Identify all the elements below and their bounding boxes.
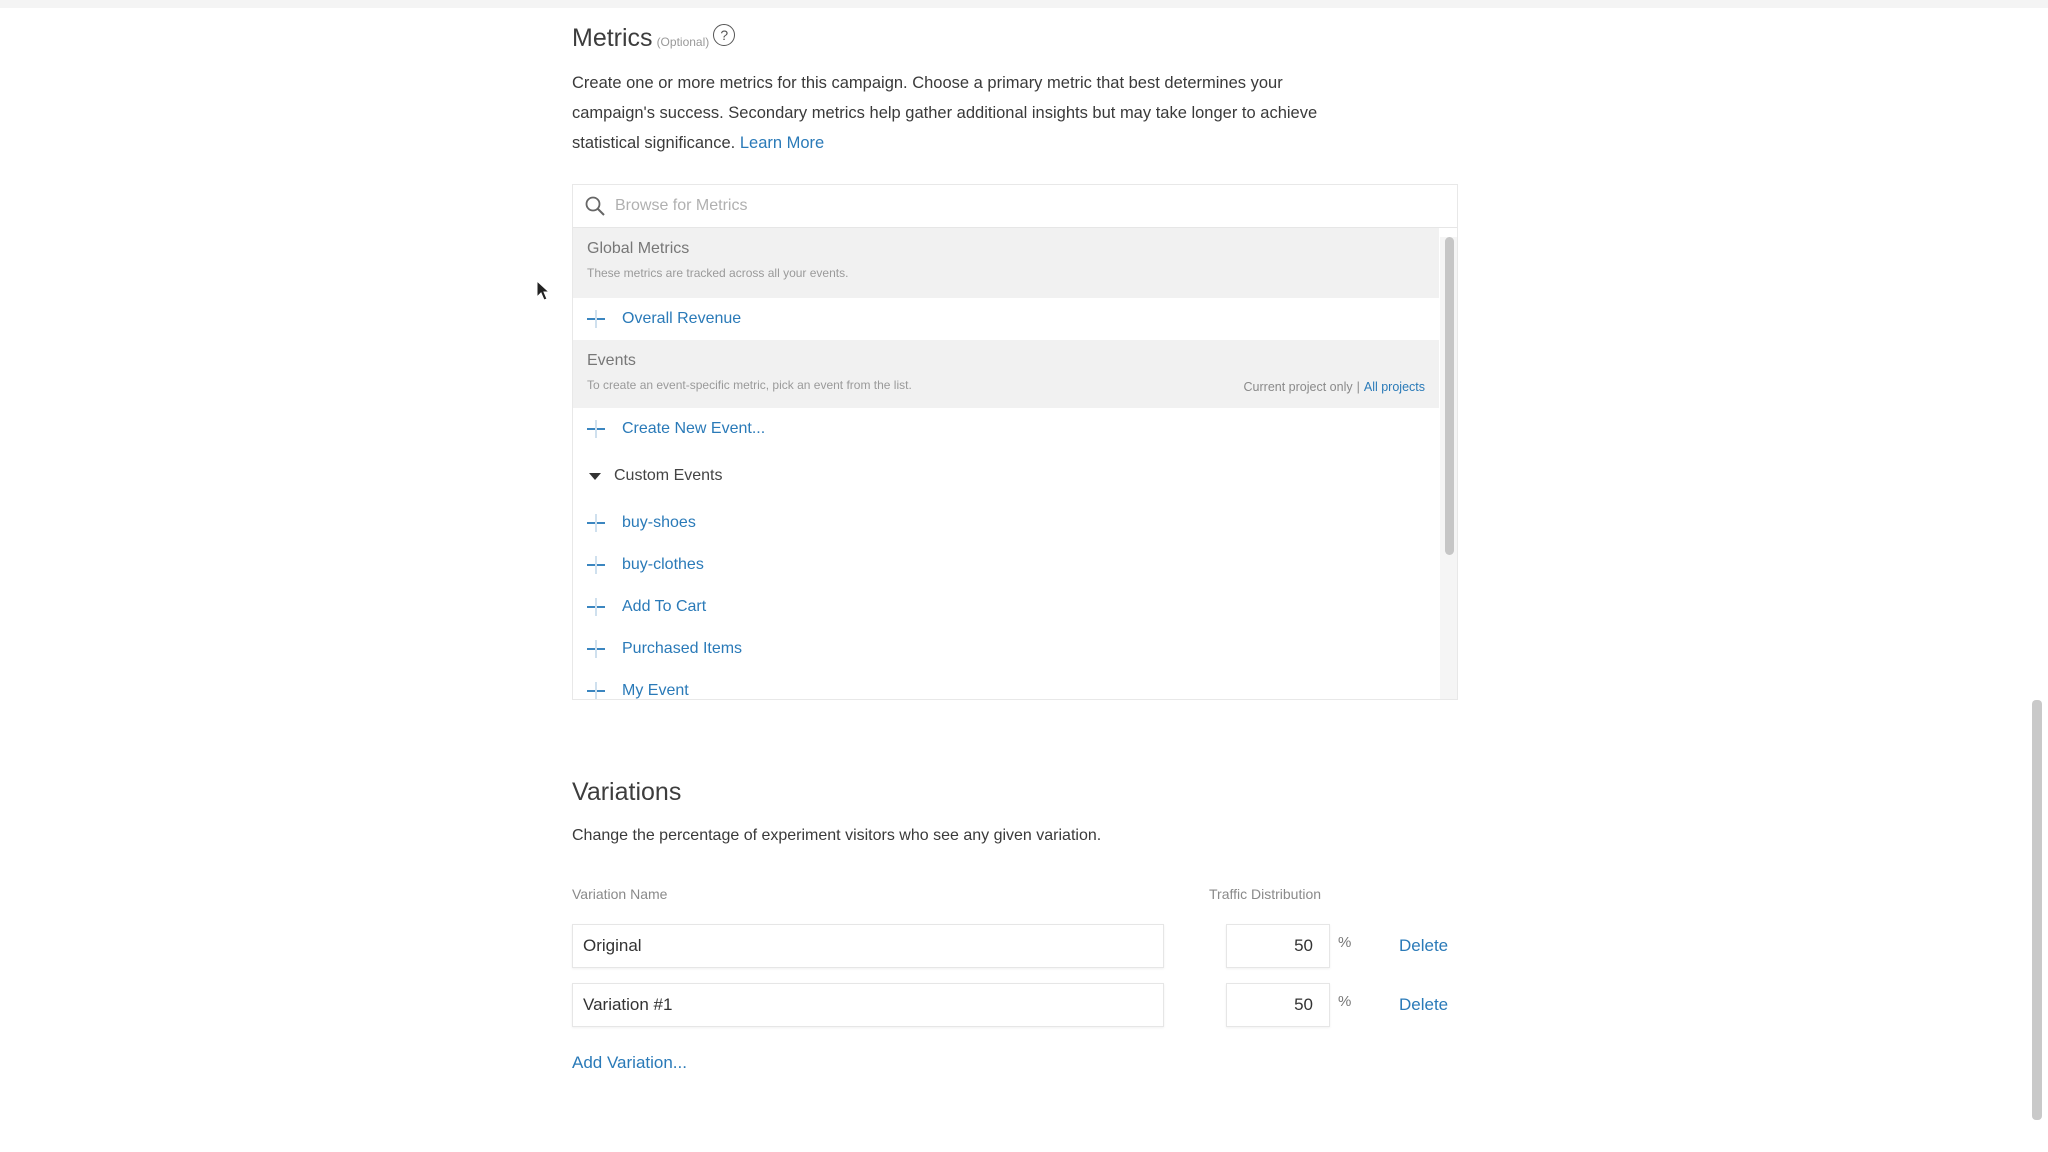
global-metrics-title: Global Metrics xyxy=(587,240,690,257)
variation-name-input[interactable] xyxy=(572,983,1164,1027)
optional-label: (Optional) xyxy=(656,35,710,49)
column-header-variation-name: Variation Name xyxy=(572,886,668,902)
description-line: campaign's success. Secondary metrics he… xyxy=(572,104,1318,122)
plus-icon xyxy=(587,682,605,699)
search-icon xyxy=(584,195,606,217)
metric-item-buy-clothes[interactable]: buy-clothes xyxy=(573,544,1439,586)
events-header: Events To create an event-specific metri… xyxy=(573,340,1439,408)
events-title: Events xyxy=(587,352,636,369)
description-line: Create one or more metrics for this camp… xyxy=(572,74,1283,92)
traffic-percent-input[interactable] xyxy=(1226,924,1330,968)
metric-item-buy-shoes[interactable]: buy-shoes xyxy=(573,502,1439,544)
create-new-event-item[interactable]: Create New Event... xyxy=(573,408,1439,450)
global-metrics-subtitle: These metrics are tracked across all you… xyxy=(587,266,849,280)
variation-name-input[interactable] xyxy=(572,924,1164,968)
traffic-percent-input[interactable] xyxy=(1226,983,1330,1027)
learn-more-link[interactable]: Learn More xyxy=(740,134,824,152)
global-metrics-header: Global Metrics These metrics are tracked… xyxy=(573,228,1439,298)
metrics-description: Create one or more metrics for this camp… xyxy=(572,68,1472,158)
delete-variation-link[interactable]: Delete xyxy=(1399,936,1448,956)
metrics-search-input[interactable] xyxy=(613,196,1417,216)
scope-current-project[interactable]: Current project only xyxy=(1244,380,1353,394)
caret-down-icon xyxy=(589,472,601,480)
percent-sign: % xyxy=(1338,934,1352,951)
metrics-title: Metrics xyxy=(572,24,653,52)
help-icon[interactable]: ? xyxy=(713,24,736,46)
metric-item-purchased-items[interactable]: Purchased Items xyxy=(573,628,1439,670)
plus-icon xyxy=(587,598,605,616)
plus-icon xyxy=(587,420,605,438)
delete-variation-link[interactable]: Delete xyxy=(1399,995,1448,1015)
metric-item-add-to-cart[interactable]: Add To Cart xyxy=(573,586,1439,628)
plus-icon xyxy=(587,310,605,328)
scrollbar-thumb[interactable] xyxy=(1445,237,1454,555)
metrics-picker: Global Metrics These metrics are tracked… xyxy=(572,184,1458,700)
plus-icon xyxy=(587,514,605,532)
metrics-search-row xyxy=(573,185,1457,228)
metrics-list: Global Metrics These metrics are tracked… xyxy=(573,228,1439,699)
column-header-traffic-distribution: Traffic Distribution xyxy=(1209,886,1322,902)
top-bar xyxy=(0,0,2048,8)
plus-icon xyxy=(587,556,605,574)
percent-sign: % xyxy=(1338,993,1352,1010)
variations-description: Change the percentage of experiment visi… xyxy=(572,827,1102,844)
add-variation-link[interactable]: Add Variation... xyxy=(572,1053,687,1073)
description-line: statistical significance. Learn More xyxy=(572,134,825,152)
mouse-cursor-icon xyxy=(536,280,551,301)
variations-title: Variations xyxy=(572,778,682,806)
metric-item-my-event[interactable]: My Event xyxy=(573,670,1439,699)
metric-item-overall-revenue[interactable]: Overall Revenue xyxy=(573,298,1439,340)
metrics-heading: Metrics (Optional)? xyxy=(572,24,736,53)
custom-events-toggle[interactable]: Custom Events xyxy=(573,450,1439,502)
scope-all-projects-link[interactable]: All projects xyxy=(1364,380,1425,394)
plus-icon xyxy=(587,640,605,658)
page-scrollbar[interactable] xyxy=(2032,700,2042,1120)
metrics-list-scrollbar[interactable] xyxy=(1440,237,1457,699)
project-scope-toggle: Current project only | All projects xyxy=(1243,380,1425,394)
